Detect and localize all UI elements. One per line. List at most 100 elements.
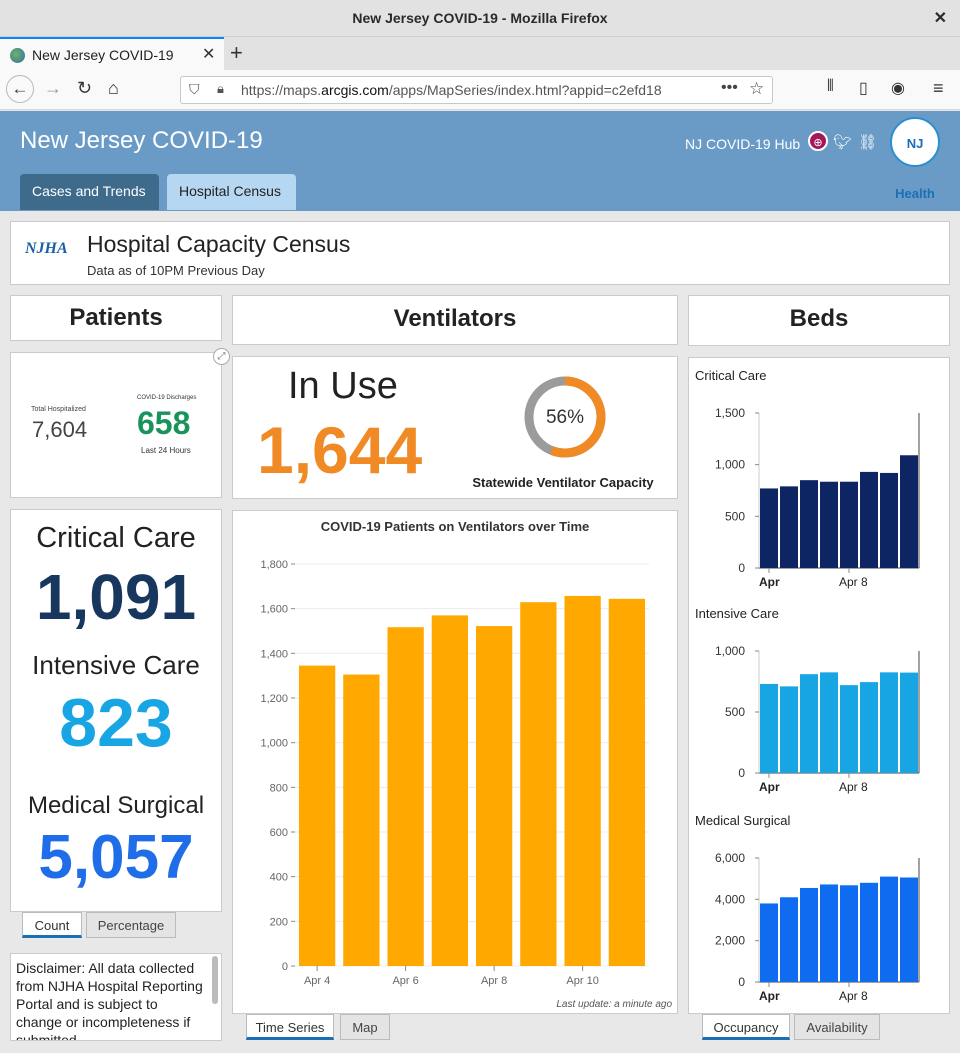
app-title: New Jersey COVID-19 (20, 127, 263, 154)
bookmark-star-icon[interactable]: ☆ (749, 79, 764, 99)
browser-tab[interactable]: New Jersey COVID-19 ✕ (0, 37, 224, 70)
bar[interactable] (780, 686, 798, 773)
patients-summary-panel: Total Hospitalized 7,604 COVID-19 Discha… (10, 352, 222, 498)
intensive-care-chart-title: Intensive Care (695, 606, 779, 621)
bar[interactable] (343, 674, 380, 966)
close-tab-icon[interactable]: ✕ (202, 44, 215, 64)
window-titlebar: New Jersey COVID-19 - Mozilla Firefox ✕ (0, 0, 960, 37)
new-tab-icon[interactable]: + (230, 40, 243, 66)
bar[interactable] (820, 481, 838, 568)
y-tick-label: 500 (725, 705, 745, 719)
bar[interactable] (900, 455, 918, 568)
bar[interactable] (860, 682, 878, 773)
tab-hospital-census[interactable]: Hospital Census (167, 174, 296, 210)
bar[interactable] (780, 486, 798, 568)
app-header: New Jersey COVID-19 NJ COVID-19 Hub ⊕ 🐦︎… (0, 111, 960, 211)
disclaimer-panel[interactable]: Disclaimer: All data collected from NJHA… (10, 953, 222, 1041)
bar[interactable] (840, 481, 858, 568)
tab-occupancy[interactable]: Occupancy (702, 1014, 790, 1040)
census-subtitle: Data as of 10PM Previous Day (87, 263, 265, 278)
library-icon[interactable]: ⫴ (827, 78, 834, 96)
bar[interactable] (880, 876, 898, 982)
url-bar[interactable]: ⛉ 🔒︎ https://maps.arcgis.com/apps/MapSer… (180, 76, 773, 104)
sidebar-icon[interactable]: ▯ (859, 78, 868, 98)
menu-icon[interactable]: ≡ (933, 78, 944, 99)
hub-link[interactable]: NJ COVID-19 Hub (685, 136, 800, 152)
bar[interactable] (760, 488, 778, 568)
facebook-icon[interactable]: ⊕ (808, 131, 828, 151)
back-icon[interactable]: ← (6, 75, 34, 103)
page-actions-icon[interactable]: ••• (721, 79, 738, 97)
ventilators-inuse-panel: In Use 1,644 56% Statewide Ventilator Ca… (232, 356, 678, 499)
bar[interactable] (760, 683, 778, 773)
critical-care-chart: 0 500 1,000 1,500 Apr Apr 8 (715, 406, 920, 589)
y-tick-label: 0 (738, 975, 745, 989)
url-text: https://maps.arcgis.com/apps/MapSeries/i… (241, 82, 662, 98)
close-window-icon[interactable]: ✕ (934, 8, 947, 28)
intensive-care-label: Intensive Care (32, 650, 200, 680)
bar[interactable] (840, 685, 858, 773)
bar[interactable] (860, 882, 878, 982)
x-tick-label: Apr 10 (566, 975, 598, 987)
bar[interactable] (840, 885, 858, 982)
capacity-label: Statewide Ventilator Capacity (472, 475, 654, 490)
bar[interactable] (900, 672, 918, 773)
bar[interactable] (800, 887, 818, 982)
bar[interactable] (880, 672, 898, 773)
tab-count[interactable]: Count (22, 912, 82, 938)
beds-heading: Beds (789, 305, 849, 332)
njha-logo: NJHA (25, 240, 68, 257)
x-tick-label: Apr 4 (304, 975, 330, 987)
medical-surgical-chart: 0 2,000 4,000 6,000 Apr Apr 8 (715, 851, 920, 1003)
discharges-value: 658 (137, 405, 191, 441)
tab-percentage[interactable]: Percentage (86, 912, 176, 938)
tab-time-series[interactable]: Time Series (246, 1014, 334, 1040)
tab-map[interactable]: Map (340, 1014, 390, 1040)
y-tick-label: 1,000 (715, 458, 745, 472)
account-icon[interactable]: ◉ (891, 78, 905, 98)
bar[interactable] (298, 665, 336, 966)
critical-care-chart-title: Critical Care (695, 368, 767, 383)
window-title: New Jersey COVID-19 - Mozilla Firefox (352, 10, 608, 26)
reload-icon[interactable]: ↻ (77, 78, 92, 99)
bar[interactable] (820, 884, 838, 982)
bar[interactable] (564, 595, 601, 966)
bar[interactable] (608, 598, 646, 966)
bar[interactable] (880, 472, 898, 568)
x-tick-label: Apr (759, 780, 780, 794)
patients-heading-panel: Patients (10, 295, 222, 341)
home-icon[interactable]: ⌂ (108, 78, 119, 99)
bar[interactable] (431, 615, 469, 966)
ventilators-heading: Ventilators (393, 305, 517, 332)
bar[interactable] (900, 877, 918, 982)
browser-navbar: ← → ↻ ⌂ ⛉ 🔒︎ https://maps.arcgis.com/app… (0, 70, 960, 110)
bar[interactable] (780, 897, 798, 982)
last-update: Last update: a minute ago (556, 999, 672, 1010)
bar[interactable] (760, 903, 778, 982)
twitter-icon[interactable]: 🐦︎ (833, 133, 852, 151)
bar[interactable] (820, 672, 838, 773)
total-hospitalized-value: 7,604 (32, 417, 88, 442)
lock-icon[interactable]: 🔒︎ (217, 81, 224, 97)
y-tick-label: 1,000 (715, 644, 745, 658)
y-tick-label: 0 (282, 961, 288, 973)
bar[interactable] (387, 627, 424, 966)
shield-icon[interactable]: ⛉ (189, 81, 200, 98)
discharges-period: Last 24 Hours (141, 446, 191, 455)
bar[interactable] (800, 674, 818, 773)
tab-availability[interactable]: Availability (794, 1014, 880, 1040)
tab-cases-and-trends[interactable]: Cases and Trends (20, 174, 159, 210)
expand-icon[interactable]: ⤢ (213, 348, 230, 365)
bar[interactable] (520, 602, 557, 966)
bar[interactable] (475, 626, 513, 966)
bar[interactable] (860, 471, 878, 568)
y-tick-label: 800 (270, 782, 288, 794)
disclaimer-scrollbar[interactable] (212, 956, 218, 1004)
y-tick-label: 600 (270, 827, 288, 839)
forward-icon[interactable]: → (44, 78, 62, 99)
browser-tabstrip: New Jersey COVID-19 ✕ + (0, 37, 960, 70)
y-tick-label: 500 (725, 509, 745, 523)
bar[interactable] (800, 480, 818, 568)
critical-care-value: 1,091 (35, 561, 197, 633)
link-icon[interactable]: ⛓︎ (858, 133, 877, 151)
